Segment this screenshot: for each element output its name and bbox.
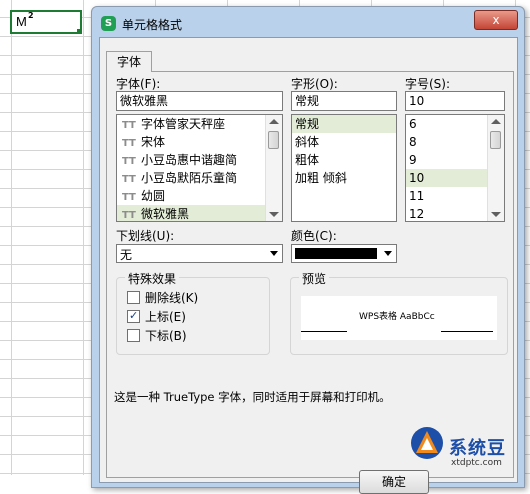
list-item[interactable]: TT 宋体 <box>117 133 266 151</box>
list-item[interactable]: 12 <box>406 205 488 221</box>
watermark-url: xtdptc.com <box>451 458 502 468</box>
list-items: 6 8 9 10 11 12 <box>406 115 488 221</box>
check-mark-icon: ✓ <box>129 309 139 322</box>
font-label: 字体(F): <box>116 77 161 91</box>
active-cell[interactable]: M 2 <box>10 10 82 34</box>
size-label: 字号(S): <box>405 77 451 91</box>
cell-text: M <box>16 14 27 29</box>
list-item[interactable]: 常规 <box>292 115 396 133</box>
font-description: 这是一种 TrueType 字体，同时适用于屏幕和打印机。 <box>114 390 391 404</box>
font-list-scrollbar[interactable] <box>265 115 282 221</box>
style-input[interactable]: 常规 <box>291 91 397 111</box>
effects-group-title: 特殊效果 <box>125 270 180 287</box>
truetype-icon: TT <box>122 210 136 221</box>
list-item[interactable]: TT 微软雅黑 <box>117 205 266 221</box>
list-items: TT 字体管家天秤座 TT 宋体 TT 小豆岛惠中谐趣简 TT 小豆岛默陌乐童简 TT 幼圆 TT 微… <box>117 115 266 221</box>
scroll-up-arrow-icon[interactable] <box>269 119 279 124</box>
list-item-label: 宋体 <box>141 135 166 149</box>
watermark-name: 系统豆 <box>449 438 506 459</box>
list-item[interactable]: TT 小豆岛惠中谐趣简 <box>117 151 266 169</box>
preview-group: 预览 WPS表格 AaBbCc <box>290 270 508 355</box>
strikethrough-label: 删除线(K) <box>145 291 199 305</box>
list-item[interactable]: 8 <box>406 133 488 151</box>
color-swatch <box>295 248 377 259</box>
dialog-titlebar[interactable]: S 单元格格式 x <box>92 7 524 37</box>
effects-group: 特殊效果 删除线(K) ✓ 上标(E) 下标(B) <box>116 270 270 355</box>
subscript-checkbox[interactable]: 下标(B) <box>127 328 187 344</box>
strikethrough-checkbox[interactable]: 删除线(K) <box>127 290 198 306</box>
list-item-label: 斜体 <box>295 135 320 149</box>
close-button[interactable]: x <box>474 10 518 30</box>
list-item-label: 小豆岛惠中谐趣简 <box>141 153 238 167</box>
style-list[interactable]: 常规斜体粗体加粗 倾斜 <box>291 114 397 222</box>
list-item-label: 幼圆 <box>141 189 166 203</box>
preview-baseline-left <box>301 331 347 332</box>
scroll-down-arrow-icon[interactable] <box>491 212 501 217</box>
scroll-up-arrow-icon[interactable] <box>491 119 501 124</box>
size-list-scrollbar[interactable] <box>487 115 504 221</box>
list-item[interactable]: 斜体 <box>292 133 396 151</box>
list-item-label: 小豆岛默陌乐童简 <box>141 171 238 185</box>
tab-font[interactable]: 字体 <box>106 51 152 72</box>
style-label: 字形(O): <box>291 77 338 91</box>
scroll-thumb[interactable] <box>490 131 501 149</box>
list-item-label: 加粗 倾斜 <box>295 171 347 185</box>
list-item-label: 10 <box>409 171 425 185</box>
list-item[interactable]: 11 <box>406 187 488 205</box>
format-cells-dialog: S 单元格格式 x 字体 字体(F): 微软雅黑 TT 字体管家天秤座 TT 宋体 TT… <box>91 6 525 494</box>
list-items: 常规斜体粗体加粗 倾斜 <box>292 115 396 187</box>
underline-dropdown[interactable]: 无 <box>116 244 283 263</box>
cell-superscript: 2 <box>28 11 34 20</box>
list-item-label: 12 <box>409 207 425 221</box>
scroll-down-arrow-icon[interactable] <box>269 212 279 217</box>
list-item[interactable]: TT 小豆岛默陌乐童简 <box>117 169 266 187</box>
color-label: 颜色(C): <box>291 229 337 243</box>
chevron-down-icon <box>270 251 278 256</box>
list-item[interactable]: 10 <box>406 169 488 187</box>
underline-value: 无 <box>120 248 133 262</box>
preview-group-title: 预览 <box>299 270 330 287</box>
list-item-label: 9 <box>409 153 417 167</box>
checkbox-box[interactable]: ✓ <box>127 309 140 323</box>
list-item-label: 8 <box>409 135 417 149</box>
list-item[interactable]: 粗体 <box>292 151 396 169</box>
wps-app-icon: S <box>101 16 116 31</box>
list-item[interactable]: 9 <box>406 151 488 169</box>
size-list[interactable]: 6 8 9 10 11 12 <box>405 114 505 222</box>
font-input[interactable]: 微软雅黑 <box>116 91 283 111</box>
list-item[interactable]: 6 <box>406 115 488 133</box>
list-item-label: 字体管家天秤座 <box>141 117 226 131</box>
size-input[interactable]: 10 <box>405 91 505 111</box>
list-item-label: 微软雅黑 <box>141 207 190 221</box>
subscript-label: 下标(B) <box>145 329 187 343</box>
list-item[interactable]: 加粗 倾斜 <box>292 169 396 187</box>
font-list[interactable]: TT 字体管家天秤座 TT 宋体 TT 小豆岛惠中谐趣简 TT 小豆岛默陌乐童简 TT 幼圆 TT 微… <box>116 114 283 222</box>
superscript-checkbox[interactable]: ✓ 上标(E) <box>127 309 186 325</box>
watermark-logo-icon <box>411 427 443 459</box>
list-item-label: 6 <box>409 117 417 131</box>
checkbox-box[interactable] <box>127 329 140 342</box>
font-tab-panel: 字体(F): 微软雅黑 TT 字体管家天秤座 TT 宋体 TT 小豆岛惠中谐趣简 TT 小豆岛… <box>106 71 514 494</box>
underline-label: 下划线(U): <box>116 229 175 243</box>
preview-baseline-right <box>441 331 493 332</box>
preview-area: WPS表格 AaBbCc <box>301 296 497 340</box>
watermark: 系统豆 xtdptc.com <box>404 420 530 475</box>
color-dropdown[interactable] <box>291 244 397 263</box>
checkbox-box[interactable] <box>127 291 140 304</box>
list-item[interactable]: TT 字体管家天秤座 <box>117 115 266 133</box>
preview-sample-text: WPS表格 AaBbCc <box>359 312 435 322</box>
list-item-label: 粗体 <box>295 153 320 167</box>
superscript-label: 上标(E) <box>145 310 186 324</box>
chevron-down-icon <box>384 251 392 256</box>
list-item-label: 11 <box>409 189 425 203</box>
dialog-title: 单元格格式 <box>122 18 183 32</box>
dialog-client-area: 字体 字体(F): 微软雅黑 TT 字体管家天秤座 TT 宋体 TT 小豆岛惠中谐趣简 TT… <box>99 37 518 494</box>
fill-handle[interactable] <box>77 29 82 34</box>
list-item[interactable]: TT 幼圆 <box>117 187 266 205</box>
list-item-label: 常规 <box>295 117 320 131</box>
scroll-thumb[interactable] <box>268 131 279 149</box>
